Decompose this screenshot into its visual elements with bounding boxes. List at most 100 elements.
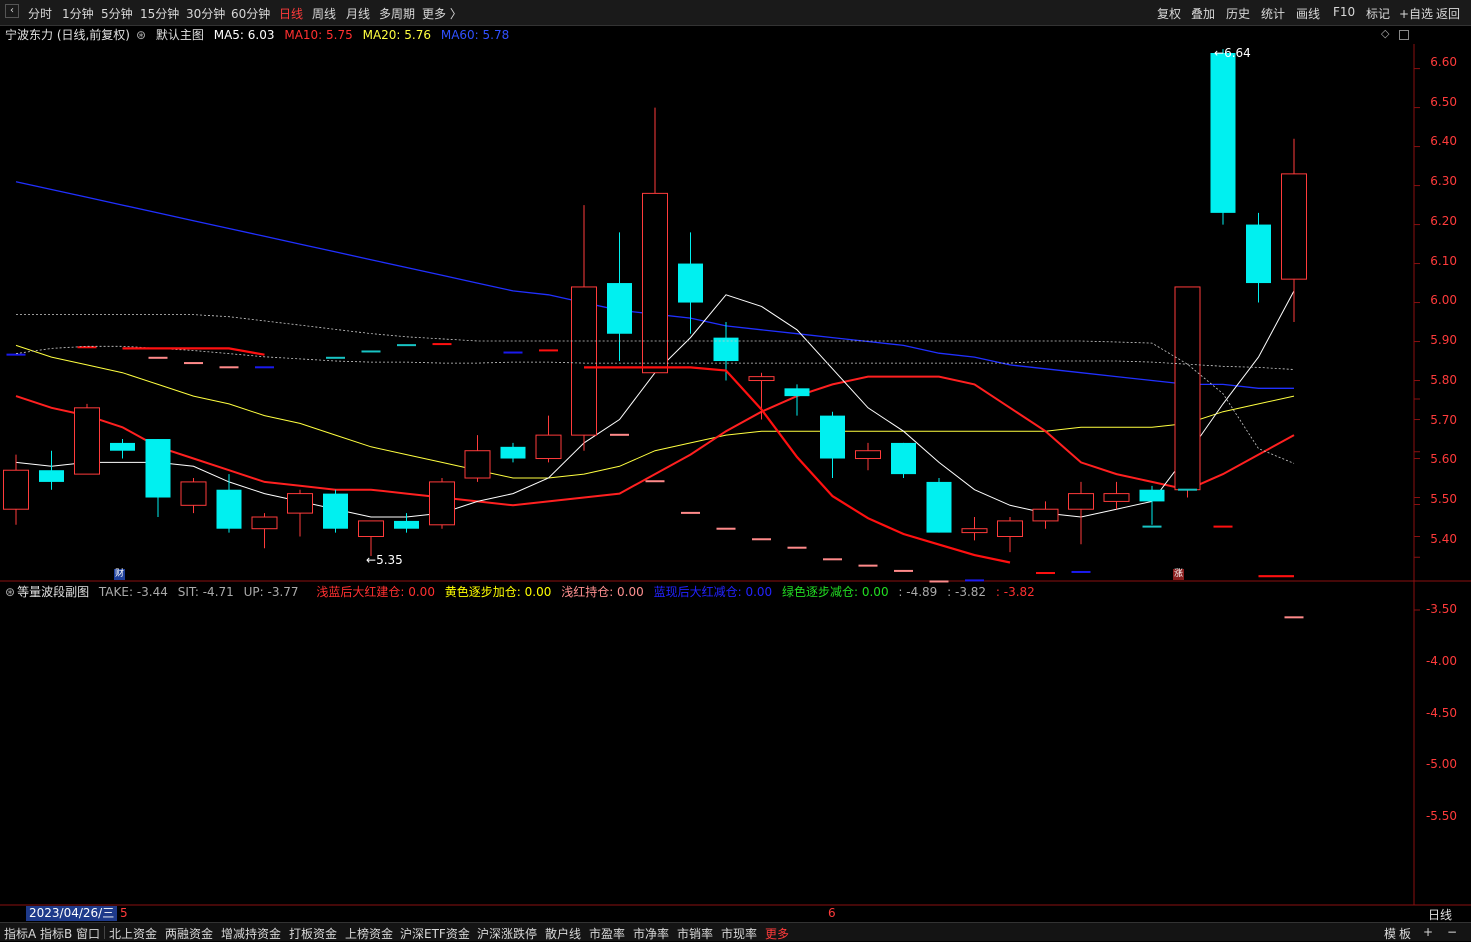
sub-title[interactable]: 等量波段副图 <box>17 585 89 599</box>
tab-multi-period[interactable]: 多周期 <box>379 5 415 22</box>
candle-body <box>891 442 916 475</box>
sub-bar <box>326 356 345 359</box>
template-button[interactable]: 模 <box>1384 925 1396 942</box>
price-tick: 5.80 <box>1430 373 1457 387</box>
candle-body <box>642 192 668 374</box>
candle-body <box>926 481 952 533</box>
add-watchlist-button[interactable]: +自选 <box>1399 5 1433 22</box>
limit-up-tag[interactable]: 涨 <box>1173 569 1184 580</box>
candle <box>571 205 597 451</box>
tab-monthly[interactable]: 月线 <box>346 5 370 22</box>
sub-bar-body <box>823 558 842 561</box>
sub-bar <box>823 558 842 561</box>
tab-1min[interactable]: 1分钟 <box>62 5 94 22</box>
candle-body <box>784 388 810 397</box>
template-label[interactable]: 默认主图 <box>156 28 204 42</box>
sub-bars[interactable] <box>6 343 1304 619</box>
zoom-out-button[interactable]: − <box>1447 925 1457 939</box>
candle-body <box>1246 224 1271 284</box>
sub-legend: ⊛ 等量波段副图 TAKE: -3.44 SIT: -4.71 UP: -3.77… <box>5 583 1041 600</box>
candle-body <box>216 489 242 529</box>
sub-bar <box>1071 570 1091 573</box>
legend-green-reduce-label: 绿色逐步减仓: 0.00 <box>782 585 889 599</box>
extra-value-3: : -3.82 <box>995 585 1035 599</box>
candle-body <box>1103 493 1130 502</box>
sub-bar <box>148 356 168 359</box>
sub-bar <box>432 343 452 346</box>
extra-value-1: : -4.89 <box>898 585 938 599</box>
price-tick: 6.60 <box>1430 55 1457 69</box>
tab-more-indicators[interactable]: 更多 <box>765 925 789 942</box>
sub-bar-body <box>1284 616 1304 619</box>
tab-pb[interactable]: 市净率 <box>633 925 669 942</box>
zoom-in-button[interactable]: + <box>1423 925 1433 939</box>
sub-bar-body <box>858 564 878 567</box>
tab-minute[interactable]: 分时 <box>28 5 52 22</box>
tab-top-list[interactable]: 上榜资金 <box>345 925 393 942</box>
period-label[interactable]: 日线 <box>1428 906 1452 923</box>
sub-bar <box>1213 525 1233 528</box>
tab-margin[interactable]: 两融资金 <box>165 925 213 942</box>
tab-window[interactable]: 窗口 <box>76 925 100 942</box>
tab-indicator-a[interactable]: 指标A <box>4 925 36 942</box>
tab-5min[interactable]: 5分钟 <box>101 5 133 22</box>
tab-northbound[interactable]: 北上资金 <box>109 925 157 942</box>
candle-body <box>1032 508 1059 522</box>
sub-bar-body <box>1142 525 1162 528</box>
candle <box>39 450 64 490</box>
candle <box>535 415 562 463</box>
sub-bar <box>787 546 807 549</box>
chart-canvas[interactable] <box>0 26 1471 922</box>
tab-pe[interactable]: 市盈率 <box>589 925 625 942</box>
f10-button[interactable]: F10 <box>1333 5 1355 19</box>
tab-retail-line[interactable]: 散户线 <box>545 925 581 942</box>
mark-button[interactable]: 标记 <box>1366 5 1390 22</box>
tab-limit-board[interactable]: 打板资金 <box>289 925 337 942</box>
tab-30min[interactable]: 30分钟 <box>186 5 225 22</box>
candle <box>855 442 881 471</box>
sub-bar <box>645 480 665 483</box>
overlay-button[interactable]: 叠加 <box>1191 5 1215 22</box>
history-button[interactable]: 历史 <box>1226 5 1250 22</box>
stats-button[interactable]: 统计 <box>1261 5 1285 22</box>
template-icon[interactable]: ⊛ <box>136 28 146 42</box>
collapse-icon[interactable]: ‹ <box>5 4 19 18</box>
candle-body <box>500 446 526 459</box>
ma60-label: MA60: 5.78 <box>440 28 510 42</box>
back-button[interactable]: 返回 <box>1436 5 1460 22</box>
tab-holdings-change[interactable]: 增减持资金 <box>221 925 281 942</box>
tab-15min[interactable]: 15分钟 <box>140 5 179 22</box>
tab-ps[interactable]: 市销率 <box>677 925 713 942</box>
sub-bar <box>965 579 984 582</box>
price-tick: 6.50 <box>1430 95 1457 109</box>
diamond-icon[interactable]: ◇ <box>1381 27 1389 40</box>
main-legend: 宁波东力 (日线,前复权) ⊛ 默认主图 MA5: 6.03 MA10: 5.75… <box>5 26 515 43</box>
tab-60min[interactable]: 60分钟 <box>231 5 270 22</box>
candlesticks[interactable] <box>3 49 1307 556</box>
tab-etf-funds[interactable]: 沪深ETF资金 <box>400 925 470 942</box>
tab-weekly[interactable]: 周线 <box>312 5 336 22</box>
finance-tag[interactable]: 财 <box>114 569 125 580</box>
ma5-label: MA5: 6.03 <box>213 28 275 42</box>
price-tick: 5.40 <box>1430 532 1457 546</box>
sub-bar-body <box>184 362 203 365</box>
tab-daily[interactable]: 日线 <box>279 5 303 22</box>
draw-button[interactable]: 画线 <box>1296 5 1320 22</box>
restore-rights-button[interactable]: 复权 <box>1157 5 1181 22</box>
candle <box>820 411 845 479</box>
ma10-line <box>15 375 1295 507</box>
candle-body <box>358 520 384 538</box>
tab-more[interactable]: 更多 〉 <box>422 5 462 22</box>
maximize-icon[interactable] <box>1399 30 1409 40</box>
tab-limit-stats[interactable]: 沪深涨跌停 <box>477 925 537 942</box>
candle-body <box>1210 53 1236 213</box>
candle <box>1103 481 1130 510</box>
candle-body <box>394 520 419 529</box>
candle <box>110 439 135 459</box>
board-button[interactable]: 板 <box>1399 925 1411 942</box>
stock-title[interactable]: 宁波东力 (日线,前复权) <box>5 28 130 42</box>
tab-pcf[interactable]: 市现率 <box>721 925 757 942</box>
sub-settings-icon[interactable]: ⊛ <box>5 585 15 599</box>
sub-bar-body <box>432 343 452 346</box>
tab-indicator-b[interactable]: 指标B <box>40 925 72 942</box>
